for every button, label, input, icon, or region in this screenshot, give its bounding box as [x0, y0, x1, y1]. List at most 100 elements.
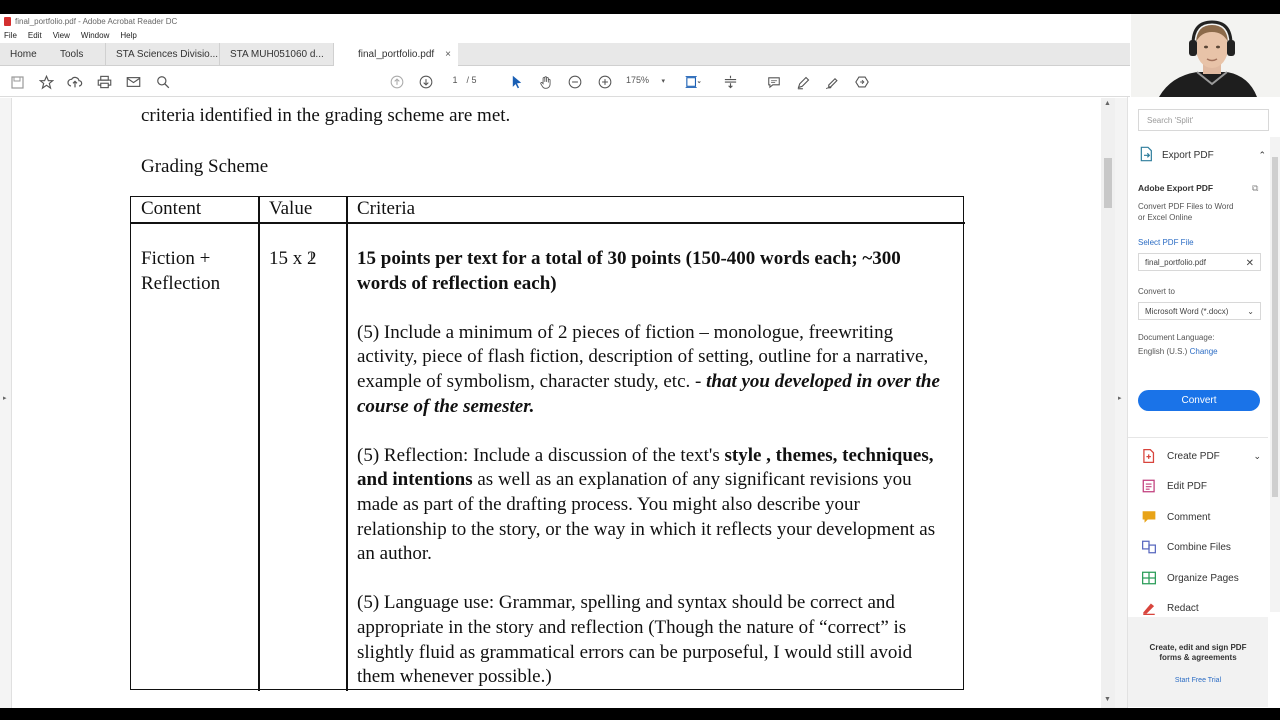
select-pdf-file-link[interactable]: Select PDF File [1138, 237, 1194, 248]
menu-file[interactable]: File [4, 31, 17, 40]
tool-comment[interactable]: Comment [1141, 509, 1261, 525]
criteria-lead: 15 points per text for a total of 30 poi… [357, 247, 953, 296]
expand-left-icon: ▸ [3, 395, 7, 402]
criteria-lead-text: 15 points per text for a total of 30 poi… [357, 248, 901, 294]
zoom-out-icon[interactable] [566, 73, 584, 91]
convert-format-value: Microsoft Word (*.docx) [1145, 307, 1229, 316]
panel-footer: Create, edit and sign PDF forms & agreem… [1128, 617, 1268, 707]
tools-panel: Search 'Split' Export PDF ⌃ Adobe Export… [1127, 97, 1280, 708]
tool-redact[interactable]: Redact [1141, 600, 1261, 616]
panel-scrollbar-thumb[interactable] [1272, 157, 1278, 497]
scroll-down-icon[interactable]: ▼ [1104, 696, 1111, 703]
document-language-row: English (U.S.) Change [1138, 346, 1218, 357]
search-icon[interactable] [154, 73, 172, 91]
criteria-fiction: (5) Include a minimum of 2 pieces of fic… [357, 321, 953, 419]
grading-table: Content Value Criteria Fiction + Reflect… [130, 196, 965, 691]
bookmark-star-icon[interactable] [37, 73, 55, 91]
menu-edit[interactable]: Edit [28, 31, 42, 40]
selected-file-field[interactable]: final_portfolio.pdf ✕ [1138, 253, 1261, 271]
chevron-down-icon[interactable]: ⌄ [1253, 451, 1261, 462]
header-value: Value [269, 198, 313, 219]
top-black-band [0, 0, 1280, 14]
export-pdf-header[interactable]: Export PDF ⌃ [1138, 146, 1266, 163]
convert-format-select[interactable]: Microsoft Word (*.docx) ⌄ [1138, 302, 1261, 320]
more-tools-icon[interactable] [853, 73, 871, 91]
email-icon[interactable] [124, 73, 142, 91]
hand-tool-icon[interactable] [537, 73, 555, 91]
document-view[interactable]: ▸ criteria identified in the grading sch… [0, 98, 1115, 708]
convert-button[interactable]: Convert [1138, 390, 1260, 411]
copy-icon[interactable]: ⧉ [1252, 183, 1258, 194]
menu-window[interactable]: Window [81, 31, 109, 40]
toolbar: 1 / 5 175% ▾ [0, 67, 1130, 97]
save-icon[interactable] [8, 73, 26, 91]
tab-tools[interactable]: Tools [50, 43, 106, 65]
document-language-label: Document Language: [1138, 333, 1215, 342]
zoom-dropdown[interactable]: 175% ▾ [626, 75, 665, 85]
print-icon[interactable] [95, 73, 113, 91]
tab-home[interactable]: Home [0, 43, 50, 65]
comment-icon[interactable] [765, 73, 783, 91]
page-fit-icon[interactable] [684, 73, 702, 91]
menu-view[interactable]: View [53, 31, 70, 40]
start-free-trial-link[interactable]: Start Free Trial [1128, 677, 1268, 684]
upload-cloud-icon[interactable] [66, 73, 84, 91]
tool-combine-files[interactable]: Combine Files [1141, 539, 1261, 555]
menu-help[interactable]: Help [120, 31, 136, 40]
panel-scrollbar[interactable] [1270, 137, 1280, 612]
tab-document-active[interactable]: final_portfolio.pdf × [334, 43, 458, 66]
content-line: Reflection [141, 272, 221, 294]
document-scrollbar[interactable]: ▲ ▼ [1101, 98, 1115, 708]
change-language-link[interactable]: Change [1190, 347, 1218, 356]
chevron-down-icon: ⌄ [1247, 307, 1254, 316]
next-page-icon[interactable] [417, 73, 435, 91]
selected-file-name: final_portfolio.pdf [1145, 258, 1206, 267]
remove-file-icon[interactable]: ✕ [1246, 258, 1254, 269]
highlight-pen-icon[interactable] [794, 73, 812, 91]
select-cursor-icon[interactable] [508, 73, 526, 91]
tool-label: Redact [1167, 602, 1199, 614]
chevron-down-icon: ▾ [661, 78, 666, 85]
zoom-in-icon[interactable] [596, 73, 614, 91]
criteria-reflection-intro: (5) Reflection: Include a discussion of … [357, 444, 720, 466]
scroll-up-icon[interactable]: ▲ [1104, 100, 1111, 107]
webcam-overlay [1131, 14, 1280, 97]
criteria-reflection: (5) Reflection: Include a discussion of … [357, 444, 953, 567]
scroll-mode-icon[interactable] [721, 73, 739, 91]
right-panel-toggle[interactable]: ▸ [1115, 98, 1127, 708]
scrollbar-thumb[interactable] [1104, 158, 1112, 208]
collapse-right-icon: ▸ [1118, 395, 1122, 402]
bottom-black-band [0, 708, 1280, 720]
adobe-export-description: Convert PDF Files to Word or Excel Onlin… [1138, 201, 1233, 223]
tools-search-input[interactable]: Search 'Split' [1138, 109, 1269, 131]
tab-document-1[interactable]: STA Sciences Divisio... [106, 43, 220, 65]
description-line: or Excel Online [1138, 213, 1193, 222]
sign-icon[interactable] [823, 73, 841, 91]
close-tab-icon[interactable]: × [445, 49, 451, 60]
content-cell: Fiction + Reflection [141, 247, 220, 296]
previous-page-icon[interactable] [388, 73, 406, 91]
chevron-up-icon[interactable]: ⌃ [1258, 150, 1266, 161]
tool-edit-pdf[interactable]: Edit PDF [1141, 478, 1261, 494]
tool-label: Organize Pages [1167, 572, 1239, 584]
header-divider [131, 222, 965, 224]
create-pdf-icon [1141, 449, 1157, 463]
tool-organize-pages[interactable]: Organize Pages [1141, 570, 1261, 586]
tab-document-2[interactable]: STA MUH051060 d... [220, 43, 334, 65]
zoom-value: 175% [626, 75, 650, 85]
tool-create-pdf[interactable]: Create PDF ⌄ [1141, 448, 1261, 464]
left-panel-toggle[interactable]: ▸ [0, 98, 12, 708]
presenter-avatar [1131, 14, 1280, 97]
tab-label: final_portfolio.pdf [358, 49, 435, 60]
column-divider [258, 197, 260, 691]
tab-label: STA Sciences Divisio... [116, 48, 219, 60]
title-bar: final_portfolio.pdf - Adobe Acrobat Read… [0, 14, 1280, 28]
page-number-input[interactable]: 1 [446, 75, 464, 85]
page-indicator: 1 / 5 [446, 75, 476, 85]
grading-scheme-heading: Grading Scheme [141, 156, 269, 177]
intro-text: criteria identified in the grading schem… [141, 105, 511, 126]
organize-pages-icon [1141, 571, 1157, 585]
acrobat-app-icon [4, 16, 11, 26]
acrobat-window: final_portfolio.pdf - Adobe Acrobat Read… [0, 14, 1280, 708]
header-content: Content [141, 198, 202, 219]
